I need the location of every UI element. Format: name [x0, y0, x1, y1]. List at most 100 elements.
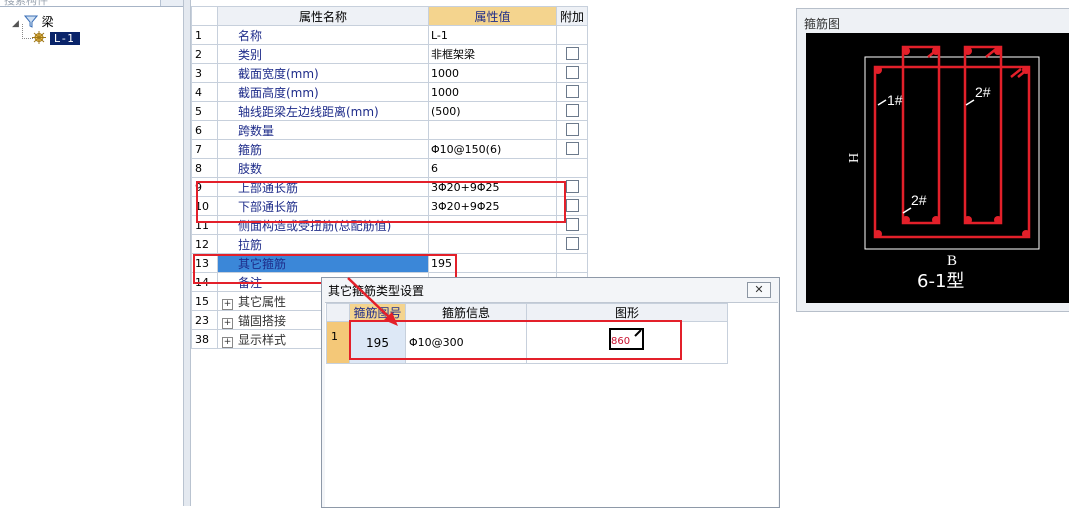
property-name[interactable]: 拉筋: [217, 234, 429, 254]
row-index: 12: [191, 234, 218, 254]
splitter[interactable]: [184, 0, 191, 506]
tree-node-label-selected: L-1: [49, 32, 80, 45]
panel-title: 箍筋图: [804, 17, 841, 31]
property-value[interactable]: [428, 234, 557, 254]
collapse-icon[interactable]: ◢: [12, 16, 20, 32]
property-name-text: 类别: [238, 47, 263, 62]
property-name[interactable]: 肢数: [217, 158, 429, 178]
grid-row[interactable]: 8 肢数 6: [191, 158, 588, 178]
extra-checkbox[interactable]: [565, 85, 579, 98]
property-name-text: 截面高度(mm): [238, 85, 319, 100]
row-index: 4: [191, 82, 218, 102]
annotation-arrow: [347, 277, 398, 326]
expand-icon[interactable]: +: [222, 317, 233, 329]
property-extra: [556, 234, 588, 254]
tree-node-label: 梁: [41, 15, 54, 29]
property-name-text: 其它属性: [238, 294, 287, 309]
property-extra: [556, 158, 588, 178]
extra-checkbox[interactable]: [565, 218, 579, 231]
label-type: 6-1型: [917, 271, 964, 292]
property-value[interactable]: (500): [428, 101, 557, 121]
expand-icon[interactable]: +: [222, 298, 233, 310]
extra-checkbox[interactable]: [565, 47, 579, 60]
stirrup-drawing: 1# 2# 2# H B 6-1型: [847, 45, 1040, 292]
close-icon: ✕: [754, 283, 764, 296]
stirrup-hooks: [927, 48, 1029, 78]
stirrup-diagram-panel: 箍筋图 1# 2# 2# H B 6-1型: [796, 8, 1069, 312]
grid-row[interactable]: 6 跨数量: [191, 120, 588, 140]
extra-checkbox[interactable]: [565, 104, 579, 117]
property-name-text: 轴线距梁左边线距离(mm): [238, 104, 379, 119]
grid-header-index: [191, 6, 218, 26]
filter-icon: [23, 15, 38, 28]
property-name-text: 拉筋: [238, 237, 263, 252]
property-value[interactable]: 1000: [428, 82, 557, 102]
property-value[interactable]: [428, 120, 557, 140]
grid-row[interactable]: 7 箍筋 Φ10@150(6): [191, 139, 588, 159]
tree-node-beam[interactable]: ◢ 梁: [12, 14, 54, 30]
extra-checkbox[interactable]: [565, 123, 579, 136]
grid-header-value: 属性值: [428, 6, 557, 26]
property-name-text: 截面宽度(mm): [238, 66, 319, 81]
property-name-text: 显示样式: [238, 332, 287, 347]
row-index: 6: [191, 120, 218, 140]
dialog-header-info: 箍筋信息: [405, 303, 527, 322]
property-extra: [556, 63, 588, 83]
component-icon: [32, 31, 46, 44]
search-icon: ⌕: [167, 0, 173, 4]
inner-stirrup-right: [963, 45, 1003, 225]
property-extra: [556, 25, 588, 45]
grid-row[interactable]: 12 拉筋: [191, 234, 588, 254]
property-extra: [556, 44, 588, 64]
extra-checkbox[interactable]: [565, 66, 579, 79]
grid-row[interactable]: 2 类别 非框架梁: [191, 44, 588, 64]
property-name[interactable]: 截面宽度(mm): [217, 63, 429, 83]
label-1: 1#: [887, 92, 903, 108]
row-index: 1: [191, 25, 218, 45]
property-value[interactable]: 非框架梁: [428, 44, 557, 64]
property-extra: [556, 101, 588, 121]
expand-icon[interactable]: +: [222, 336, 233, 348]
extra-checkbox[interactable]: [565, 142, 579, 155]
tree-node-l1[interactable]: L-1: [32, 30, 80, 46]
label-2b: 2#: [911, 192, 927, 208]
label-h: H: [847, 153, 862, 163]
property-name[interactable]: 箍筋: [217, 139, 429, 159]
property-name[interactable]: 截面高度(mm): [217, 82, 429, 102]
property-name[interactable]: 类别: [217, 44, 429, 64]
property-value[interactable]: Φ10@150(6): [428, 139, 557, 159]
grid-row[interactable]: 3 截面宽度(mm) 1000: [191, 63, 588, 83]
highlight-rebar-rows: [196, 181, 566, 223]
property-value[interactable]: L-1: [428, 25, 557, 45]
row-index: 38: [191, 329, 218, 349]
property-name-text: 跨数量: [238, 123, 275, 138]
row-index: 7: [191, 139, 218, 159]
property-extra: [556, 139, 588, 159]
property-name[interactable]: 轴线距梁左边线距离(mm): [217, 101, 429, 121]
property-extra: [556, 120, 588, 140]
property-name-text: 箍筋: [238, 142, 263, 157]
grid-row[interactable]: 4 截面高度(mm) 1000: [191, 82, 588, 102]
row-index: 8: [191, 158, 218, 178]
dialog-header-shape: 图形: [526, 303, 728, 322]
property-value[interactable]: 1000: [428, 63, 557, 83]
extra-checkbox[interactable]: [565, 237, 579, 250]
close-button[interactable]: ✕: [747, 282, 771, 298]
row-index: 2: [191, 44, 218, 64]
property-name-text: 名称: [238, 28, 263, 43]
search-input[interactable]: 搜索构件: [4, 0, 48, 8]
grid-row[interactable]: 5 轴线距梁左边线距离(mm) (500): [191, 101, 588, 121]
section-outline: [864, 56, 1040, 250]
property-extra: [556, 82, 588, 102]
extra-checkbox[interactable]: [565, 180, 579, 193]
property-name[interactable]: 名称: [217, 25, 429, 45]
property-name[interactable]: 跨数量: [217, 120, 429, 140]
extra-checkbox[interactable]: [565, 199, 579, 212]
search-bar: 搜索构件 ⌕: [0, 0, 183, 7]
component-tree-panel: 搜索构件 ⌕ ◢ 梁 L-1: [0, 0, 184, 506]
search-button[interactable]: ⌕: [160, 0, 183, 6]
property-value[interactable]: 6: [428, 158, 557, 178]
grid-row[interactable]: 1 名称 L-1: [191, 25, 588, 45]
row-index: 23: [191, 310, 218, 330]
grid-header-name: 属性名称: [217, 6, 429, 26]
